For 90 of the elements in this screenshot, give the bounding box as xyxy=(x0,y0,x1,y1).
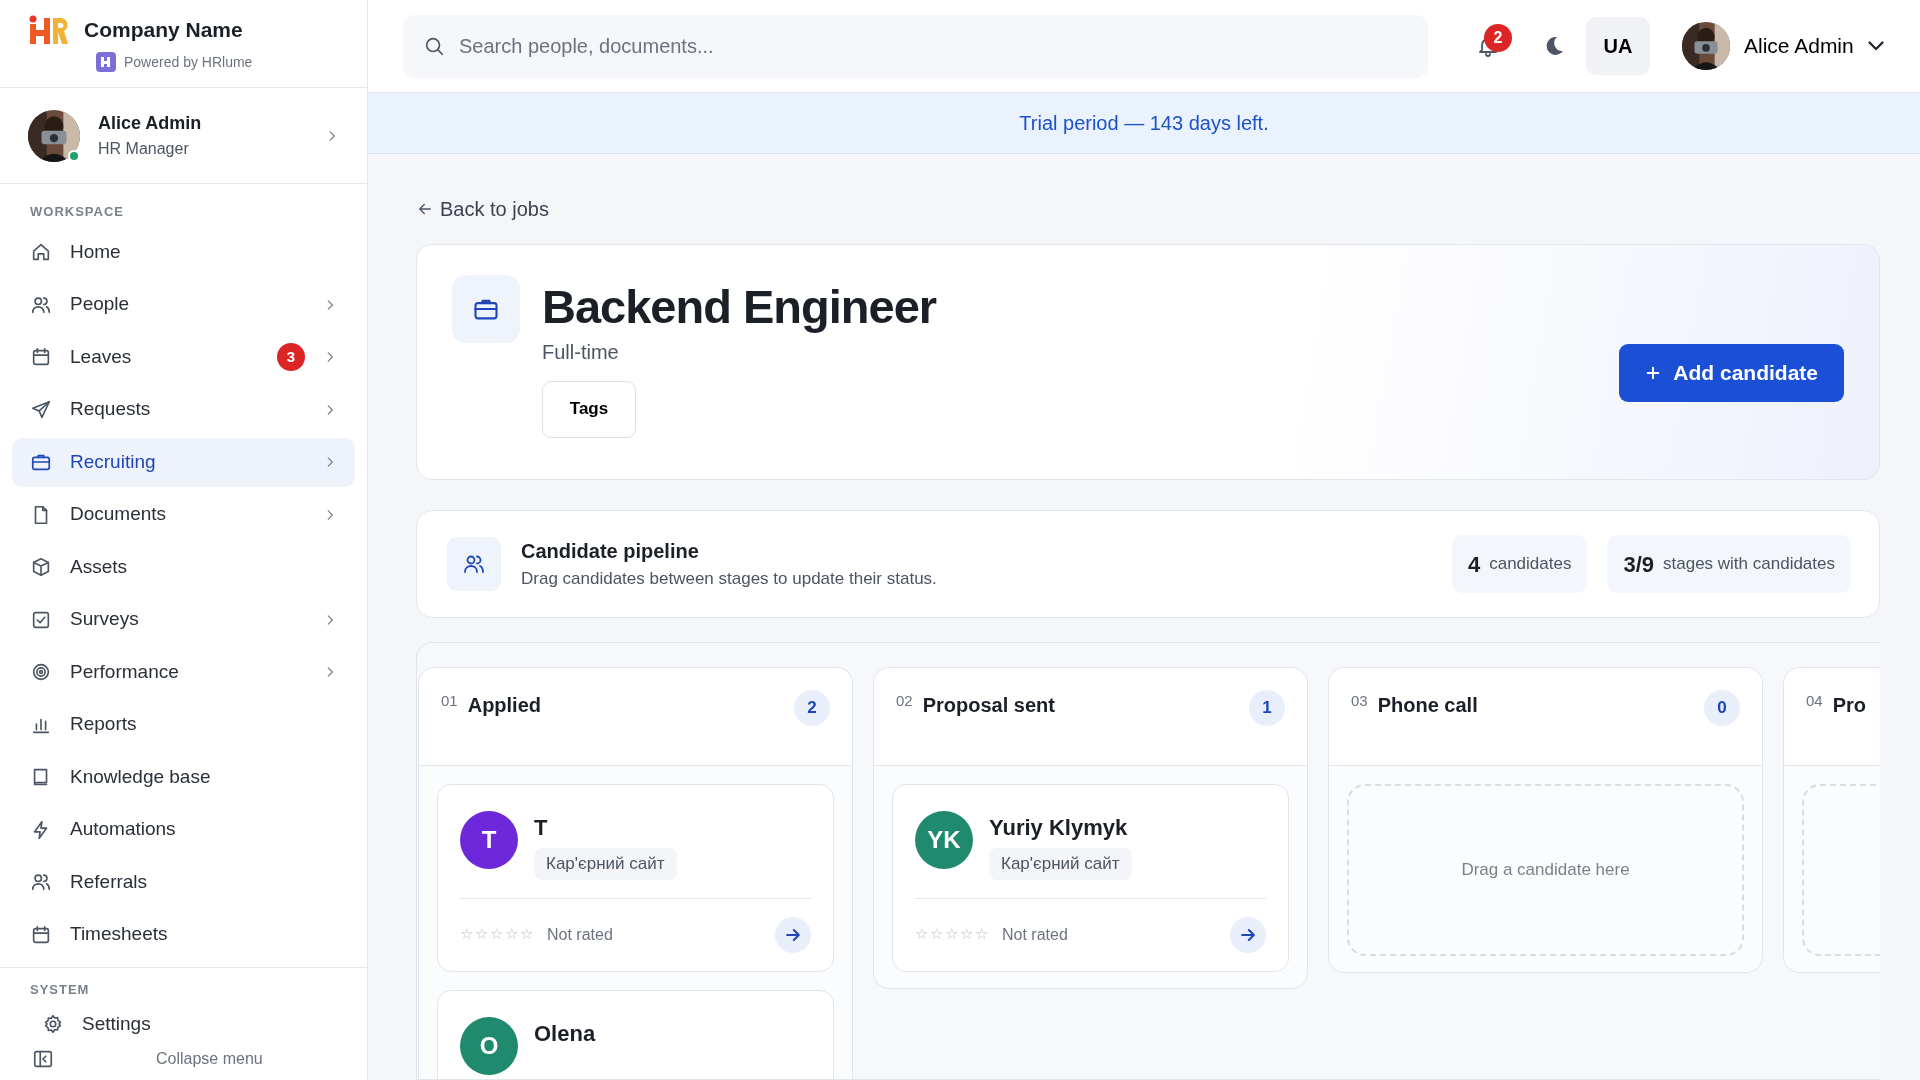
open-candidate-button[interactable] xyxy=(775,916,811,953)
sidebar-item[interactable]: Home xyxy=(12,227,355,277)
star-icon: ☆ xyxy=(915,923,928,946)
initials-avatar: O xyxy=(460,1016,518,1075)
language-button[interactable]: UA xyxy=(1586,17,1650,75)
user-menu-button[interactable]: Alice Admin xyxy=(1676,21,1890,71)
collapse-menu-link[interactable]: Collapse menu xyxy=(156,1047,263,1071)
people-icon xyxy=(30,871,52,893)
star-icon: ☆ xyxy=(945,923,958,946)
candidate-name: Olena xyxy=(534,1019,596,1048)
app-logo-icon xyxy=(96,52,116,72)
stage-number: 01 xyxy=(441,691,458,711)
stage-number: 02 xyxy=(896,691,913,711)
chevron-down-icon xyxy=(1867,41,1884,51)
sidebar-item[interactable]: Assets xyxy=(12,542,355,592)
target-icon xyxy=(30,661,52,683)
candidate-card[interactable]: T T Кар'єрний сайт ☆☆☆☆☆ Not rated xyxy=(437,784,834,972)
section-heading: SYSTEM xyxy=(29,980,91,999)
candidate-name: T xyxy=(534,814,549,842)
settings-icon xyxy=(42,1013,64,1035)
user-name: Alice Admin xyxy=(98,112,203,135)
calendar-icon xyxy=(30,346,52,368)
sidebar-item[interactable]: Referrals xyxy=(12,857,355,907)
count-badge: 1 xyxy=(1249,690,1285,726)
sidebar-item[interactable]: Recruiting xyxy=(12,437,355,487)
user-role: HR Manager xyxy=(98,139,190,159)
candidate-card[interactable]: YK Yuriy Klymyk Кар'єрний сайт ☆☆☆☆☆ Not rated xyxy=(892,784,1289,972)
open-candidate-button[interactable] xyxy=(1230,916,1266,953)
sidebar-item[interactable]: Knowledge base xyxy=(12,752,355,802)
sidebar-item[interactable]: Automations xyxy=(12,805,355,854)
count-badge: 3 xyxy=(277,343,305,371)
star-icon: ☆ xyxy=(505,923,518,946)
cube-icon xyxy=(30,556,52,578)
candidate-name: Yuriy Klymyk xyxy=(989,814,1129,842)
company-name: Company Name xyxy=(84,17,243,43)
sidebar-item[interactable]: Leaves 3 xyxy=(12,332,355,382)
trial-notice: Trial period — 143 days left. xyxy=(1019,111,1269,136)
sidebar-item[interactable]: Requests xyxy=(12,385,355,434)
candidate-card[interactable]: O Olena xyxy=(437,989,834,1079)
stage-name: Applied xyxy=(467,693,543,718)
sidebar-item[interactable]: Performance xyxy=(12,647,355,697)
star-icon: ☆ xyxy=(930,923,943,946)
star-icon: ☆ xyxy=(975,923,988,946)
star-icon: ☆ xyxy=(960,923,973,946)
powered-by-text: Powered by HRlume xyxy=(124,52,253,72)
stat-label: candidates xyxy=(1489,553,1572,576)
rating-text: Not rated xyxy=(1002,924,1069,945)
search-field[interactable]: Search people, documents... xyxy=(403,14,1428,78)
logo xyxy=(28,14,68,45)
notification-badge: 2 xyxy=(1484,24,1512,52)
user-profile-card[interactable]: Alice Admin HR Manager xyxy=(0,88,367,184)
star-icon: ☆ xyxy=(475,923,488,946)
count-badge: 2 xyxy=(794,690,830,726)
home-icon xyxy=(30,241,52,263)
rating-text: Not rated xyxy=(547,924,614,945)
plus-icon xyxy=(1645,365,1662,381)
stage-name: Proposal sent xyxy=(922,693,1056,718)
stage-name: Pro xyxy=(1832,693,1868,718)
collapse-icon xyxy=(32,1048,54,1070)
section-heading: WORKSPACE xyxy=(29,203,125,221)
job-type: Full-time xyxy=(542,339,620,365)
sidebar-item[interactable]: Surveys xyxy=(12,595,355,644)
stage-number: 04 xyxy=(1806,691,1823,711)
sidebar-item[interactable]: Settings xyxy=(24,1001,355,1047)
stage-number: 03 xyxy=(1351,691,1368,711)
pipeline-title: Candidate pipeline xyxy=(521,539,700,565)
pipeline-subtitle: Drag candidates between stages to update their status. xyxy=(521,568,938,591)
paper-plane-icon xyxy=(30,398,52,421)
count-badge: 0 xyxy=(1704,690,1740,726)
sidebar-item[interactable]: Reports xyxy=(12,700,355,749)
sidebar-item[interactable]: Documents xyxy=(12,490,355,539)
initials-avatar: T xyxy=(460,811,518,869)
tags-button[interactable]: Tags xyxy=(542,380,636,438)
stat-value: 3/9 xyxy=(1623,550,1654,579)
source-tag: Кар'єрний сайт xyxy=(989,848,1132,880)
star-icon: ☆ xyxy=(520,923,533,946)
calendar-icon xyxy=(30,923,52,946)
sidebar-item[interactable]: People xyxy=(12,280,355,329)
star-icon: ☆ xyxy=(490,923,503,946)
back-link[interactable]: Back to jobs xyxy=(416,194,549,224)
stat-value: 4 xyxy=(1467,550,1481,579)
star-icon: ☆ xyxy=(460,923,473,946)
initials-avatar: YK xyxy=(915,811,973,869)
stat-label: stages with candidates xyxy=(1663,553,1835,576)
drop-hint: Drag a candidate here xyxy=(1461,859,1630,882)
source-tag: Кар'єрний сайт xyxy=(534,848,677,880)
sidebar-item[interactable]: Timesheets xyxy=(12,910,355,959)
add-candidate-button[interactable]: Add candidate xyxy=(1619,344,1844,402)
stage-name: Phone call xyxy=(1377,693,1479,718)
job-title: Backend Engineer xyxy=(542,281,938,333)
